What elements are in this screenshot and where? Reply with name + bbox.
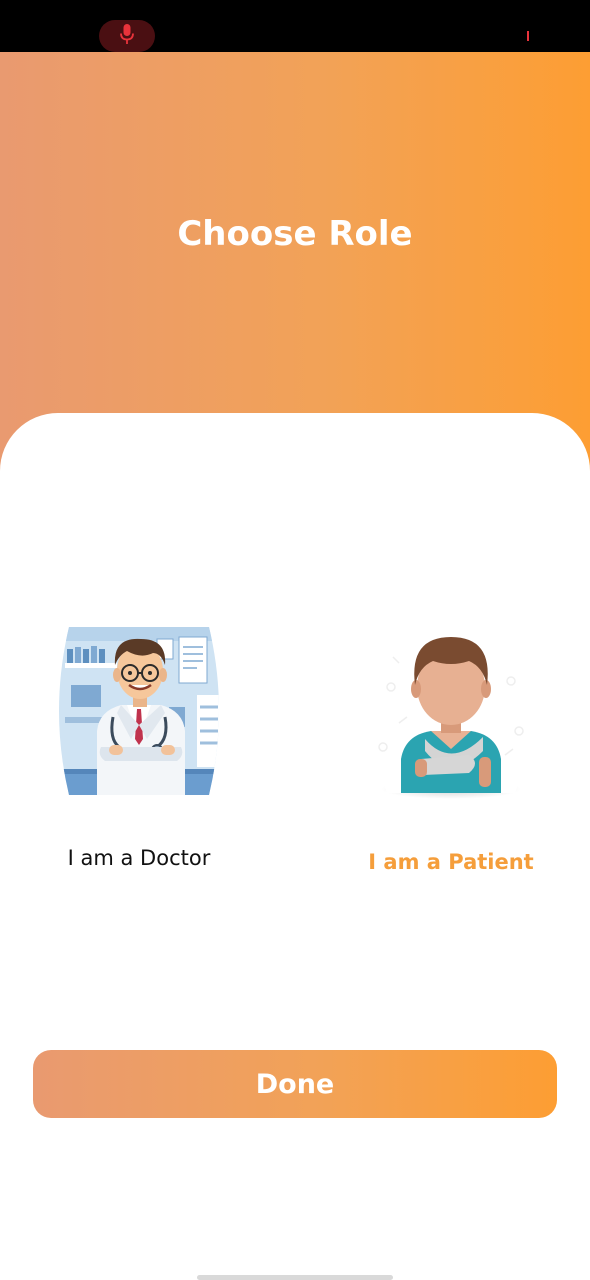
status-bar (0, 0, 590, 52)
role-label-patient: I am a Patient (368, 850, 534, 874)
role-option-patient[interactable]: I am a Patient (326, 627, 576, 877)
microphone-icon (119, 23, 135, 49)
page-title: Choose Role (177, 214, 413, 254)
done-button[interactable]: Done (33, 1050, 557, 1118)
home-indicator[interactable] (197, 1275, 393, 1280)
doctor-illustration (59, 627, 219, 795)
patient-illustration (373, 629, 529, 799)
recording-indicator (527, 31, 529, 41)
mic-indicator[interactable] (99, 20, 155, 52)
role-option-doctor[interactable]: I am a Doctor (14, 627, 264, 873)
role-label-doctor: I am a Doctor (67, 846, 211, 870)
